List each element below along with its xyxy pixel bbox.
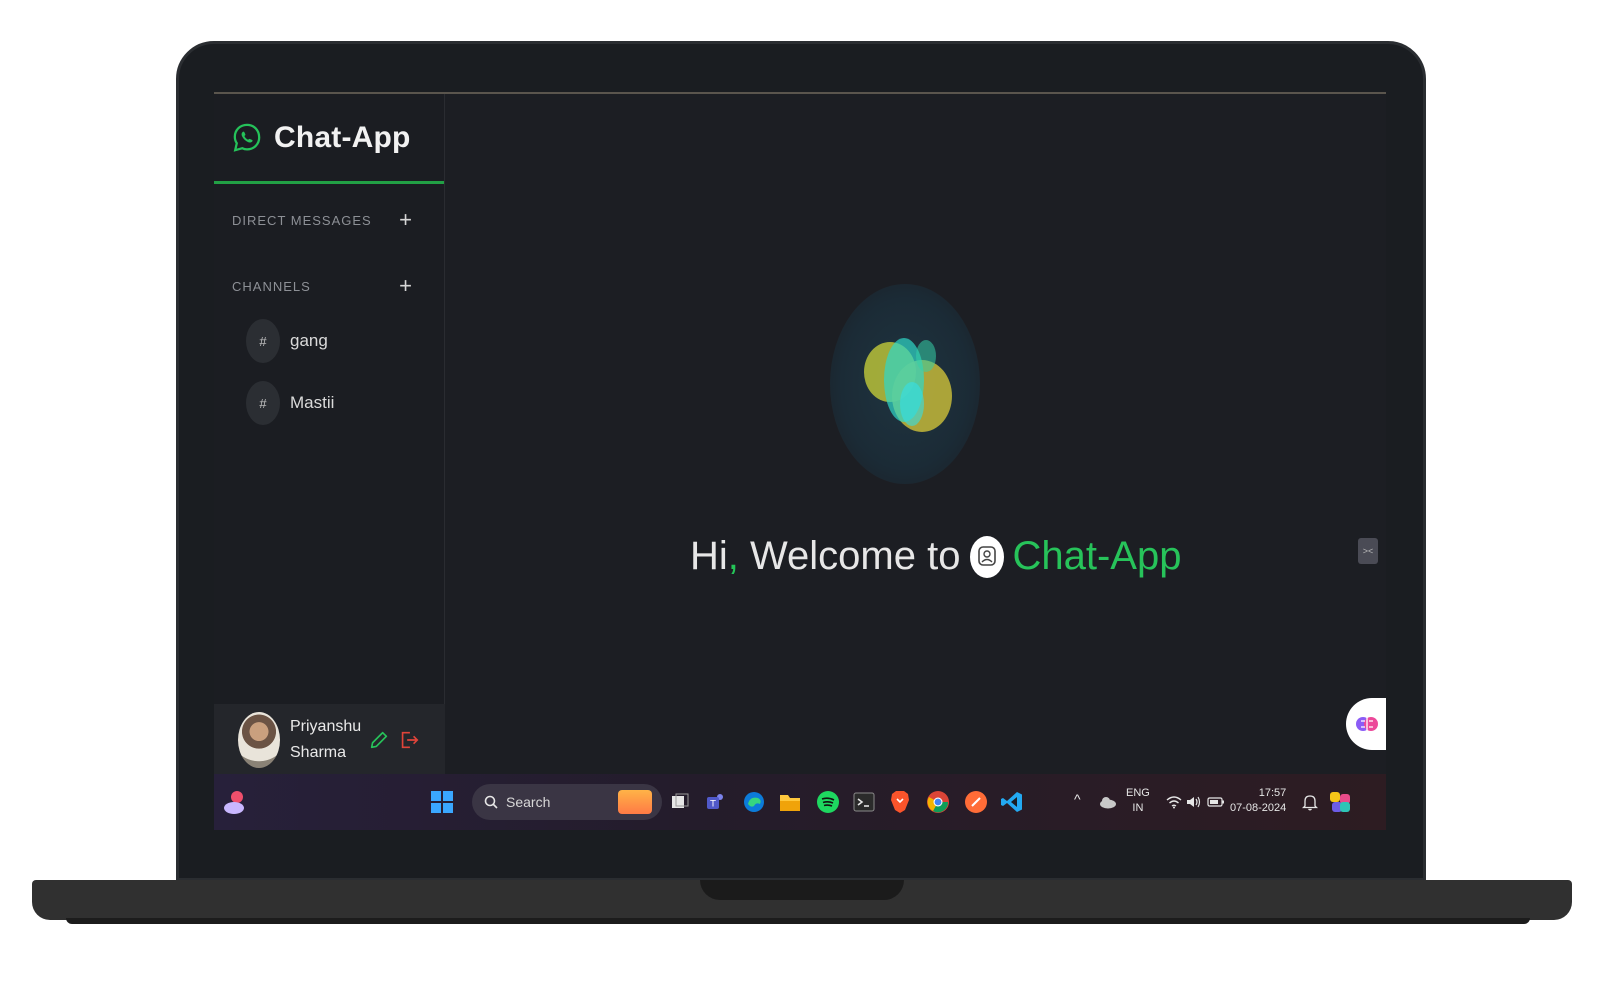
whatsapp-icon xyxy=(233,123,261,152)
welcome-text: Welcome to xyxy=(738,534,961,578)
brain-icon xyxy=(1356,717,1378,731)
add-channel-button[interactable]: + xyxy=(399,275,412,297)
hash-icon: # xyxy=(246,319,280,363)
channel-name: Mastii xyxy=(290,393,335,412)
copilot-icon[interactable] xyxy=(1326,788,1354,816)
tray-chevron-icon[interactable]: ^ xyxy=(1074,792,1081,807)
laptop-notch xyxy=(700,880,904,900)
profile-name: Priyanshu Sharma xyxy=(290,714,362,766)
notification-bell-icon[interactable] xyxy=(1296,788,1324,816)
welcome-hi: Hi xyxy=(690,534,728,578)
channels-label: CHANNELS xyxy=(232,278,311,294)
battery-icon[interactable] xyxy=(1202,788,1230,816)
windows-start-icon[interactable] xyxy=(428,788,456,816)
vscode-icon[interactable] xyxy=(998,788,1026,816)
language-indicator[interactable]: ENG IN xyxy=(1126,786,1150,816)
taskbar-search-input[interactable]: Search xyxy=(472,784,662,820)
search-icon xyxy=(484,795,498,809)
brand-header: Chat-App xyxy=(214,94,444,184)
laptop-base-shadow xyxy=(66,918,1530,924)
sidebar: Chat-App DIRECT MESSAGES + CHANNELS + # … xyxy=(214,94,445,776)
assistant-float-button[interactable] xyxy=(1346,698,1386,750)
task-view-icon[interactable] xyxy=(666,788,694,816)
search-highlight-icon xyxy=(618,790,652,814)
terminal-icon[interactable] xyxy=(850,788,878,816)
welcome-app-name: Chat-App xyxy=(1012,534,1182,578)
windows-taskbar: Search T ^ ENG IN 17:57 07-08-2024 xyxy=(214,774,1386,830)
search-placeholder: Search xyxy=(506,794,551,810)
onedrive-icon[interactable] xyxy=(1094,788,1122,816)
brave-browser-icon[interactable] xyxy=(886,788,914,816)
clock-date: 07-08-2024 xyxy=(1230,802,1287,814)
add-direct-message-button[interactable]: + xyxy=(399,209,412,231)
teams-icon[interactable]: T xyxy=(702,788,730,816)
language-region: IN xyxy=(1132,802,1144,814)
direct-messages-section: DIRECT MESSAGES + xyxy=(214,208,444,232)
pencil-icon[interactable] xyxy=(368,729,390,751)
clock[interactable]: 17:57 07-08-2024 xyxy=(1230,786,1286,816)
clock-time: 17:57 xyxy=(1258,787,1287,799)
welcome-orb xyxy=(830,284,980,484)
chrome-icon[interactable] xyxy=(924,788,952,816)
profile-last-name: Sharma xyxy=(290,744,347,761)
channel-item-mastii[interactable]: # Mastii xyxy=(246,380,444,426)
hash-icon: # xyxy=(246,381,280,425)
language-code: ENG xyxy=(1126,787,1150,799)
welcome-comma: , xyxy=(727,534,739,578)
welcome-message: Hi, Welcome to Chat-App xyxy=(690,534,1181,579)
svg-text:T: T xyxy=(709,800,716,810)
orb-art xyxy=(864,338,952,432)
chat-logo-icon xyxy=(970,535,1005,578)
logout-icon[interactable] xyxy=(398,729,420,751)
avatar[interactable] xyxy=(238,712,280,768)
spotify-icon[interactable] xyxy=(814,788,842,816)
weather-widget-icon[interactable] xyxy=(222,788,250,816)
side-panel-toggle-icon[interactable]: >< xyxy=(1358,538,1378,564)
profile-first-name: Priyanshu xyxy=(290,718,362,735)
edge-browser-icon[interactable] xyxy=(740,788,768,816)
user-profile: Priyanshu Sharma xyxy=(214,704,445,776)
screen: Chat-App DIRECT MESSAGES + CHANNELS + # … xyxy=(214,92,1386,830)
main-panel: Hi, Welcome to Chat-App >< xyxy=(445,94,1386,776)
app-title: Chat-App xyxy=(274,120,411,154)
channel-item-gang[interactable]: # gang xyxy=(246,318,444,364)
direct-messages-label: DIRECT MESSAGES xyxy=(232,212,372,228)
file-explorer-icon[interactable] xyxy=(776,788,804,816)
postman-icon[interactable] xyxy=(962,788,990,816)
channels-section: CHANNELS + xyxy=(214,274,444,298)
channel-name: gang xyxy=(290,331,328,350)
